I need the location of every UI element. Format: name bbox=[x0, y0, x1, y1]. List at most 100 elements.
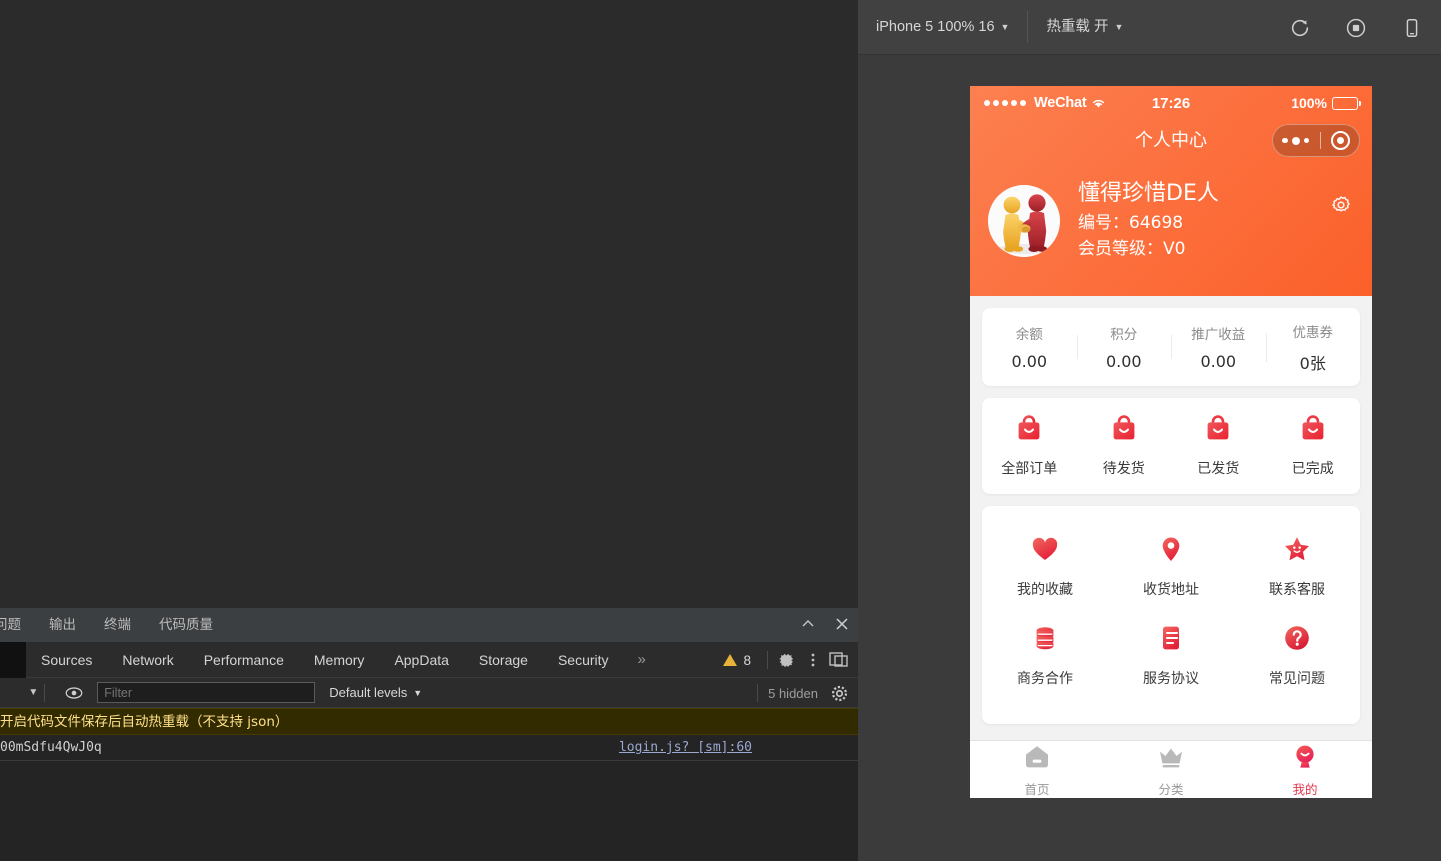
menu-row-2: 商务合作 服务协议 常见问题 bbox=[982, 613, 1360, 702]
console-log-row[interactable]: 00mSdfu4QwJ0q login.js? [sm]:60 bbox=[0, 735, 858, 761]
wechat-capsule-button[interactable] bbox=[1272, 124, 1360, 157]
tabbar-label: 首页 bbox=[1024, 781, 1050, 797]
profile-block: 懂得珍惜DE人 编号：64698 会员等级：V0 bbox=[970, 166, 1372, 262]
gear-icon[interactable] bbox=[774, 647, 800, 673]
signal-dot-icon bbox=[1011, 100, 1017, 106]
console-hidden-count[interactable]: 5 hidden bbox=[768, 686, 822, 701]
dock-panel-icon[interactable] bbox=[826, 647, 852, 673]
divider bbox=[1319, 132, 1321, 149]
profile-info: 懂得珍惜DE人 编号：64698 会员等级：V0 bbox=[1078, 180, 1219, 262]
stop-record-icon[interactable] bbox=[1343, 15, 1369, 41]
more-dots-icon[interactable] bbox=[1282, 136, 1309, 145]
console-log-text: 00mSdfu4QwJ0q bbox=[0, 740, 102, 755]
devtools-tabbar-actions: 8 bbox=[713, 642, 852, 678]
gear-icon[interactable] bbox=[1330, 194, 1352, 221]
devtools-tab-security[interactable]: Security bbox=[543, 642, 624, 678]
mobile-device-icon[interactable] bbox=[1399, 15, 1425, 41]
simulator-panel: iPhone 5 100% 16 ▼ 热重载 开 ▼ WeChat 17:26 … bbox=[858, 0, 1441, 861]
wallet-label: 余额 bbox=[1015, 327, 1043, 343]
simulator-toolbar: iPhone 5 100% 16 ▼ 热重载 开 ▼ bbox=[858, 0, 1441, 55]
warning-count: 8 bbox=[743, 652, 751, 668]
wallet-cell-promotion[interactable]: 推广收益 0.00 bbox=[1171, 323, 1266, 371]
heart-icon bbox=[1030, 534, 1060, 569]
profile-id: 编号：64698 bbox=[1078, 213, 1184, 233]
shopping-bag-icon bbox=[1109, 414, 1139, 449]
chevron-down-icon[interactable]: ▼ bbox=[28, 687, 38, 698]
menu-cell-favorites[interactable]: 我的收藏 bbox=[982, 524, 1108, 613]
console-log-levels-dropdown[interactable]: Default levels ▼ bbox=[329, 685, 422, 700]
devtools-tab-storage[interactable]: Storage bbox=[464, 642, 543, 678]
menu-label: 我的收藏 bbox=[1017, 582, 1073, 598]
shopping-bag-icon bbox=[1298, 414, 1328, 449]
profile-name: 懂得珍惜DE人 bbox=[1078, 181, 1219, 206]
divider bbox=[44, 683, 46, 702]
menu-cell-agreement[interactable]: 服务协议 bbox=[1108, 613, 1234, 702]
hot-reload-selector[interactable]: 热重载 开 ▼ bbox=[1028, 0, 1141, 55]
devtools-tab-console-active[interactable] bbox=[0, 641, 26, 678]
wallet-cell-balance[interactable]: 余额 0.00 bbox=[982, 323, 1077, 371]
device-selector-label: iPhone 5 100% 16 bbox=[876, 18, 995, 35]
statusbar-battery: 100% bbox=[1291, 95, 1362, 111]
phone-header: WeChat 17:26 100% 个人中心 懂得珍惜DE人 编号：64698 … bbox=[970, 86, 1372, 296]
close-icon[interactable] bbox=[834, 616, 850, 635]
phone-navbar: 个人中心 bbox=[970, 120, 1372, 166]
wallet-cell-coupon[interactable]: 优惠券 0张 bbox=[1265, 321, 1361, 374]
menu-label: 联系客服 bbox=[1269, 582, 1325, 598]
devtools-tab-sources[interactable]: Sources bbox=[26, 642, 107, 678]
order-cell-completed[interactable]: 已完成 bbox=[1266, 414, 1361, 478]
phone-tabbar: 首页 分类 我的 bbox=[970, 740, 1372, 798]
console-output: 开启代码文件保存后自动热重载（不支持 json） 00mSdfu4QwJ0q l… bbox=[0, 708, 858, 761]
ide-tab-output[interactable]: 输出 bbox=[35, 608, 90, 642]
order-cell-pending-ship[interactable]: 待发货 bbox=[1077, 414, 1172, 478]
tabbar-item-home[interactable]: 首页 bbox=[970, 741, 1104, 798]
menu-label: 商务合作 bbox=[1017, 671, 1073, 687]
ide-tab-problems[interactable]: 问题 bbox=[0, 608, 35, 642]
console-filter-input[interactable] bbox=[97, 682, 316, 703]
eye-icon[interactable] bbox=[65, 686, 83, 700]
tabbar-item-profile[interactable]: 我的 bbox=[1238, 741, 1372, 798]
order-label: 已完成 bbox=[1291, 461, 1334, 477]
console-log-source-link[interactable]: login.js? [sm]:60 bbox=[619, 735, 752, 760]
refresh-icon[interactable] bbox=[1287, 15, 1313, 41]
device-selector[interactable]: iPhone 5 100% 16 ▼ bbox=[858, 0, 1027, 55]
crown-icon bbox=[1156, 742, 1186, 777]
handshake-avatar[interactable] bbox=[988, 185, 1060, 257]
console-warning-row[interactable]: 开启代码文件保存后自动热重载（不支持 json） bbox=[0, 708, 858, 735]
tabbar-label: 我的 bbox=[1292, 781, 1318, 797]
menu-cell-faq[interactable]: 常见问题 bbox=[1234, 613, 1360, 702]
ide-panel-controls bbox=[800, 608, 850, 642]
devtools-tab-network[interactable]: Network bbox=[107, 642, 188, 678]
warning-badge[interactable]: 8 bbox=[713, 653, 761, 668]
editor-code-area bbox=[0, 0, 858, 608]
chevron-down-icon: ▼ bbox=[413, 687, 423, 698]
wallet-value: 0张 bbox=[1299, 353, 1326, 373]
battery-percent: 100% bbox=[1291, 95, 1327, 111]
menu-cell-support[interactable]: 联系客服 bbox=[1234, 524, 1360, 613]
devtools-tab-performance[interactable]: Performance bbox=[189, 642, 299, 678]
gear-icon[interactable] bbox=[826, 680, 852, 706]
devtools-tab-overflow[interactable]: » bbox=[624, 651, 660, 668]
profile-level: 会员等级：V0 bbox=[1078, 239, 1186, 259]
order-cell-all[interactable]: 全部订单 bbox=[982, 414, 1077, 478]
tabbar-item-category[interactable]: 分类 bbox=[1104, 741, 1238, 798]
devtools-tab-appdata[interactable]: AppData bbox=[379, 642, 463, 678]
menu-cell-business[interactable]: 商务合作 bbox=[982, 613, 1108, 702]
carrier-label: WeChat bbox=[1034, 95, 1087, 111]
wallet-value: 0.00 bbox=[1105, 352, 1142, 371]
shopping-bag-icon bbox=[1203, 414, 1233, 449]
question-circle-icon bbox=[1282, 623, 1312, 658]
wallet-cell-points[interactable]: 积分 0.00 bbox=[1076, 323, 1172, 371]
wallet-label: 积分 bbox=[1110, 327, 1138, 343]
ide-tab-code-quality[interactable]: 代码质量 bbox=[145, 608, 227, 642]
chevron-up-icon[interactable] bbox=[800, 616, 816, 635]
hot-reload-label: 热重载 开 bbox=[1046, 18, 1109, 35]
menu-cell-address[interactable]: 收货地址 bbox=[1108, 524, 1234, 613]
order-cell-shipped[interactable]: 已发货 bbox=[1171, 414, 1266, 478]
more-vertical-icon[interactable] bbox=[800, 647, 826, 673]
target-circle-icon[interactable] bbox=[1331, 131, 1350, 150]
signal-dot-icon bbox=[1020, 100, 1026, 106]
wallet-label: 推广收益 bbox=[1191, 327, 1246, 343]
tabbar-label: 分类 bbox=[1158, 781, 1184, 797]
ide-tab-terminal[interactable]: 终端 bbox=[90, 608, 145, 642]
devtools-tab-memory[interactable]: Memory bbox=[299, 642, 380, 678]
